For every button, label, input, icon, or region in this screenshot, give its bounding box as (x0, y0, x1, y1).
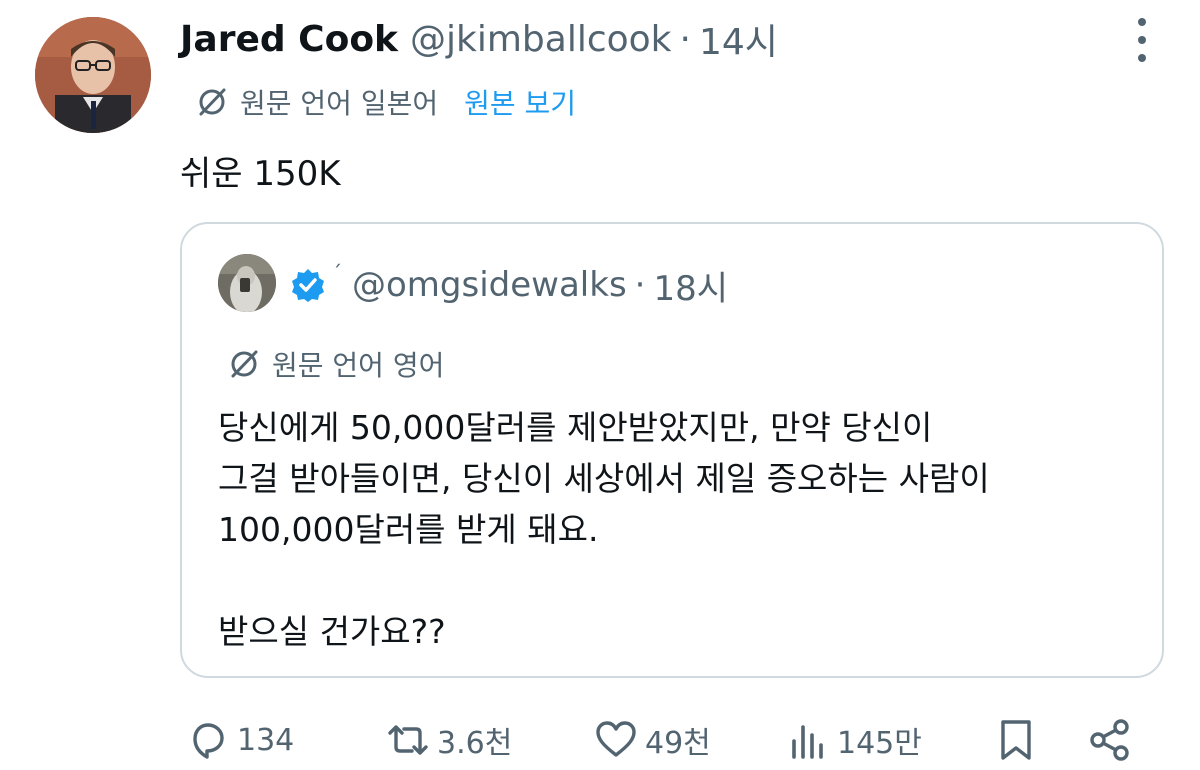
translate-icon (231, 350, 258, 378)
views-count: 145만 (837, 726, 922, 761)
retweet-icon (388, 725, 428, 755)
bookmark-button[interactable] (993, 710, 1045, 770)
share-button[interactable] (1087, 710, 1139, 770)
quoted-text-line: 100,000달러를 받게 돼요. (218, 510, 599, 549)
heart-icon (596, 721, 636, 757)
header-separator: · (679, 18, 691, 60)
quoted-tweet[interactable]: ˊ @omgsidewalks · 18시 원문 언어 영어 당신에게 50,0… (180, 222, 1164, 678)
retweet-count: 3.6천 (437, 726, 513, 761)
view-original-link[interactable]: 원본 보기 (464, 82, 576, 122)
like-count: 49천 (645, 726, 711, 761)
reply-count: 134 (237, 722, 295, 758)
quoted-author-handle[interactable]: @omgsidewalks (352, 265, 627, 305)
quoted-text-line: 받으실 건가요?? (218, 612, 446, 651)
quoted-tweet-time[interactable]: 18시 (653, 261, 728, 310)
tweet-time[interactable]: 14시 (699, 13, 778, 65)
more-dot (1138, 54, 1146, 62)
author-name[interactable]: Jared Cook (180, 19, 398, 60)
action-bar: 134 3.6천 49천 145만 (185, 710, 1145, 770)
share-icon (1090, 719, 1129, 761)
quoted-tweet-header: ˊ @omgsidewalks · 18시 (290, 260, 728, 310)
quoted-header-separator: · (634, 265, 646, 305)
quoted-translation-row: 원문 언어 영어 (228, 342, 444, 386)
like-button[interactable]: 49천 (593, 710, 711, 770)
quoted-text-line: 그걸 받아들이면, 당신이 세상에서 제일 증오하는 사람이 (218, 459, 990, 498)
quoted-author-avatar[interactable] (218, 254, 276, 312)
author-avatar[interactable] (35, 17, 151, 133)
quoted-text-line: 당신에게 50,000달러를 제안받았지만, 만약 당신이 (218, 408, 933, 447)
bookmark-icon (1001, 720, 1031, 760)
more-dot (1138, 36, 1146, 44)
more-dot (1138, 18, 1146, 26)
reply-icon (193, 723, 224, 759)
translation-row: 원문 언어 일본어 원본 보기 (196, 80, 576, 124)
avatar-image (35, 17, 151, 133)
translate-icon (199, 88, 226, 116)
reply-button[interactable]: 134 (185, 710, 294, 770)
more-options-icon[interactable] (1125, 18, 1159, 62)
views-button[interactable]: 145만 (785, 710, 922, 770)
quoted-avatar-image (218, 254, 276, 312)
original-language-label: 원문 언어 일본어 (240, 87, 439, 120)
quoted-original-language-label: 원문 언어 영어 (272, 349, 445, 382)
retweet-button[interactable]: 3.6천 (385, 710, 512, 770)
views-icon (792, 725, 823, 759)
tweet-text: 쉬운 150K (180, 154, 341, 194)
quoted-tweet-text: 당신에게 50,000달러를 제안받았지만, 만약 당신이 그걸 받아들이면, … (218, 402, 990, 657)
verified-badge-icon (292, 269, 324, 302)
author-handle[interactable]: @jkimballcook (410, 19, 672, 60)
quoted-name-mark: ˊ (332, 261, 342, 285)
tweet-header: Jared Cook @jkimballcook · 14시 (180, 14, 778, 64)
